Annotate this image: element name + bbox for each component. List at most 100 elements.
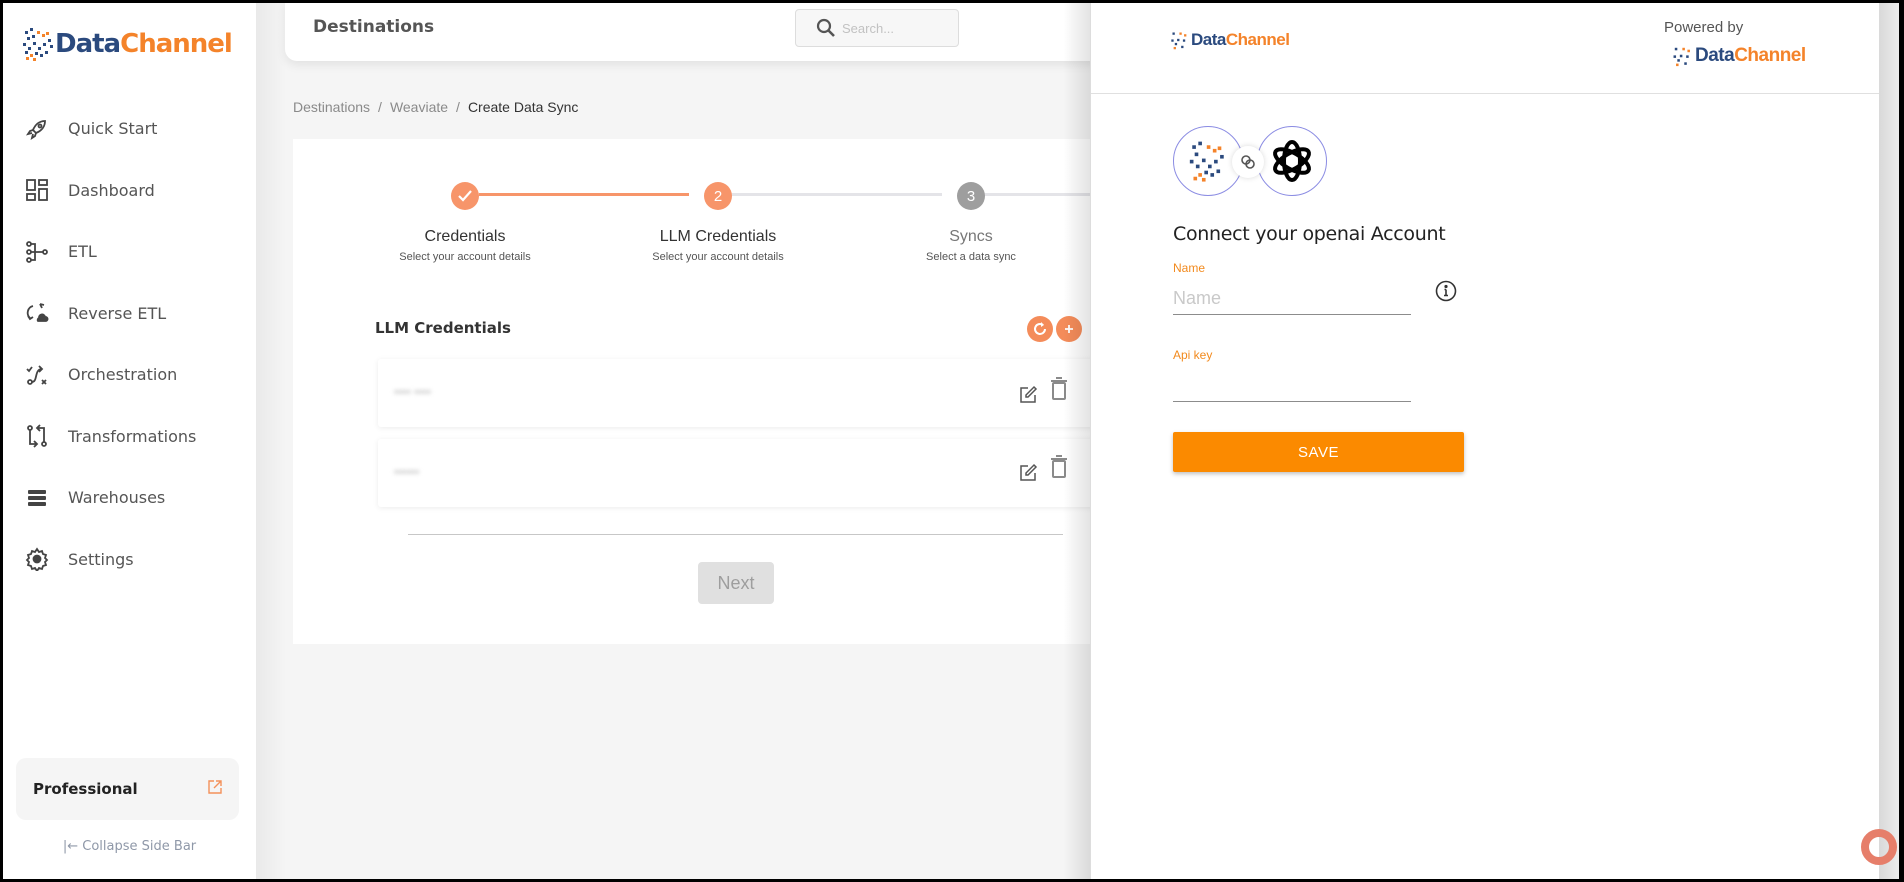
orchestration-icon <box>23 361 51 389</box>
datachannel-logo-icon <box>1171 32 1187 50</box>
step-2-title: LLM Credentials <box>659 228 777 245</box>
api-key-label: Api key <box>1173 348 1213 362</box>
external-link-icon[interactable] <box>208 779 222 799</box>
link-icon <box>1232 146 1264 178</box>
next-button[interactable]: Next <box>698 562 774 604</box>
step-3-title: Syncs <box>949 228 993 245</box>
refresh-button[interactable] <box>1027 316 1053 342</box>
collapse-sidebar-button[interactable]: |← Collapse Side Bar <box>3 839 256 854</box>
powered-by-logo: DataChannel <box>1671 44 1806 68</box>
step-2-circle[interactable]: 2 <box>704 182 732 210</box>
sidebar-nav: Quick Start Dashboard ETL Reverse ETL Or… <box>3 98 256 590</box>
app-window: DataChannel Quick Start Dashboard ETL Re… <box>3 3 1899 879</box>
collapse-label: Collapse Side Bar <box>82 839 197 854</box>
openai-circle-icon <box>1257 126 1327 196</box>
sidebar-item-label: ETL <box>68 242 97 262</box>
step-2-subtitle: Select your account details <box>652 251 784 263</box>
search-input[interactable] <box>842 20 942 36</box>
panel-shadow <box>1063 3 1093 879</box>
etl-icon <box>23 238 51 266</box>
sidebar-item-settings[interactable]: Settings <box>3 529 256 591</box>
create-sync-card: 2 3 Credentials Select your account deta… <box>293 139 1125 644</box>
info-icon[interactable] <box>1435 280 1457 307</box>
connect-title: Connect your openai Account <box>1173 223 1446 245</box>
step-connector-completed <box>479 193 689 196</box>
step-3-subtitle: Select a data sync <box>926 251 1016 263</box>
sidebar-item-etl[interactable]: ETL <box>3 221 256 283</box>
name-input[interactable] <box>1173 283 1411 315</box>
collapse-arrow-icon: |← <box>62 839 79 854</box>
gear-icon <box>23 545 51 573</box>
transformations-icon <box>23 422 51 450</box>
brand-name-part1: Data <box>1695 45 1735 66</box>
sidebar: DataChannel Quick Start Dashboard ETL Re… <box>3 3 256 879</box>
panel-brand-logo: DataChannel <box>1169 29 1290 51</box>
divider <box>408 534 1063 535</box>
sidebar-item-label: Reverse ETL <box>68 303 167 323</box>
top-header: Destinations <box>285 3 1105 61</box>
credential-name: •••••• <box>394 465 420 479</box>
brand-name-part2: Channel <box>1225 30 1290 49</box>
datachannel-logo-icon <box>1673 47 1690 67</box>
page-title: Destinations <box>313 17 435 37</box>
plan-label: Professional <box>33 780 138 798</box>
sidebar-item-label: Orchestration <box>68 365 178 385</box>
stepper: 2 3 Credentials Select your account deta… <box>293 139 1125 279</box>
credential-row[interactable]: •••• •••• <box>378 359 1113 427</box>
search-box[interactable] <box>795 9 959 47</box>
sidebar-item-label: Quick Start <box>68 119 158 139</box>
page-scrollbar[interactable] <box>1879 3 1899 879</box>
connection-illustration <box>1173 126 1333 198</box>
breadcrumb: Destinations / Weaviate / Create Data Sync <box>293 99 578 115</box>
help-chat-button[interactable] <box>1861 829 1897 865</box>
step-1-check-icon[interactable] <box>451 182 479 210</box>
step-3-circle[interactable]: 3 <box>957 182 985 210</box>
brand-logo[interactable]: DataChannel <box>21 25 233 63</box>
sidebar-item-orchestration[interactable]: Orchestration <box>3 344 256 406</box>
panel-brand-name: DataChannel <box>1191 30 1290 50</box>
sidebar-item-dashboard[interactable]: Dashboard <box>3 160 256 222</box>
connect-account-panel: DataChannel Powered by DataChannel Conne… <box>1090 3 1880 879</box>
plan-card[interactable]: Professional <box>16 758 239 820</box>
datachannel-logo-icon <box>23 28 53 61</box>
sidebar-item-transformations[interactable]: Transformations <box>3 406 256 468</box>
brand-name-part2: Channel <box>120 29 233 59</box>
section-title: LLM Credentials <box>375 319 511 337</box>
sidebar-item-warehouses[interactable]: Warehouses <box>3 467 256 529</box>
brand-name: DataChannel <box>55 29 233 59</box>
breadcrumb-weaviate[interactable]: Weaviate <box>390 99 448 115</box>
brand-name-part1: Data <box>1191 30 1226 49</box>
edit-icon[interactable] <box>1018 385 1038 410</box>
breadcrumb-separator: / <box>456 99 460 115</box>
sidebar-shadow <box>256 3 286 879</box>
edit-icon[interactable] <box>1018 463 1038 488</box>
sidebar-item-label: Dashboard <box>68 180 155 200</box>
step-1-title: Credentials <box>424 228 506 245</box>
step-number: 3 <box>966 187 976 205</box>
sidebar-item-label: Warehouses <box>68 488 166 508</box>
sidebar-item-reverse-etl[interactable]: Reverse ETL <box>3 283 256 345</box>
panel-header: DataChannel Powered by DataChannel <box>1091 3 1880 94</box>
save-button[interactable]: SAVE <box>1173 432 1464 472</box>
breadcrumb-separator: / <box>378 99 382 115</box>
step-1-subtitle: Select your account details <box>399 251 531 263</box>
search-icon <box>816 18 835 37</box>
sidebar-item-label: Transformations <box>68 426 197 446</box>
powered-by-brand-name: DataChannel <box>1695 45 1806 67</box>
refresh-icon <box>1034 322 1046 335</box>
sidebar-item-quick-start[interactable]: Quick Start <box>3 98 256 160</box>
reverse-etl-icon <box>23 299 51 327</box>
credential-row[interactable]: •••••• <box>378 439 1113 507</box>
step-number: 2 <box>713 187 723 205</box>
brand-name-part2: Channel <box>1734 45 1806 66</box>
brand-name-part1: Data <box>55 29 121 59</box>
powered-by-label: Powered by <box>1664 19 1744 36</box>
name-label: Name <box>1173 261 1206 275</box>
credential-name: •••• •••• <box>394 385 431 399</box>
rocket-icon <box>23 115 51 143</box>
warehouses-icon <box>23 484 51 512</box>
api-key-input[interactable] <box>1173 370 1411 402</box>
sidebar-item-label: Settings <box>68 549 134 569</box>
dashboard-icon <box>23 176 51 204</box>
breadcrumb-destinations[interactable]: Destinations <box>293 99 370 115</box>
